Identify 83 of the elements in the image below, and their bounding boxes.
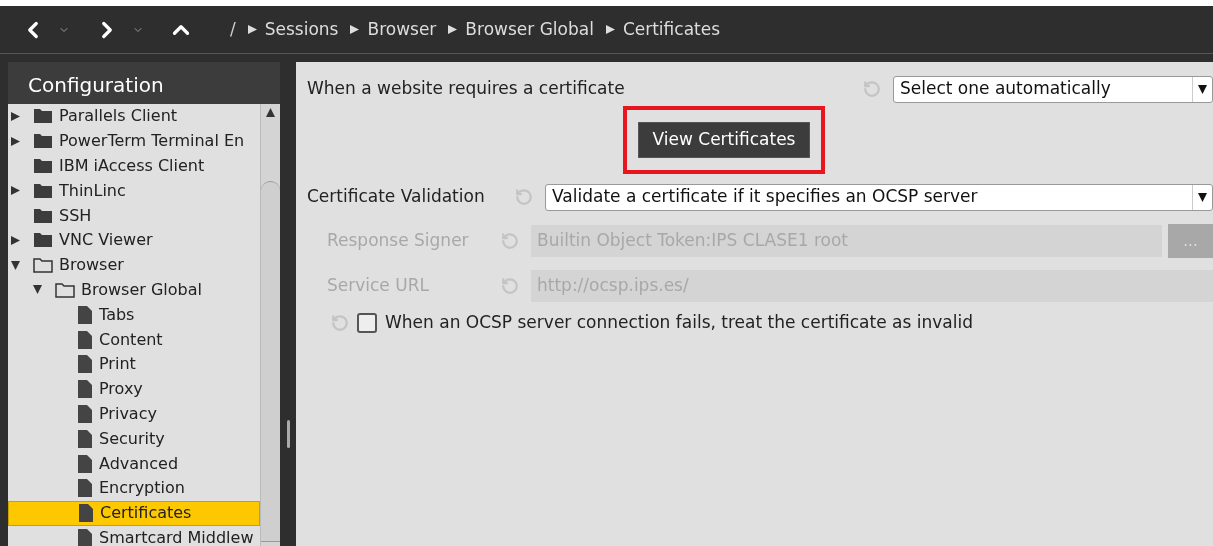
- collapsed-arrow-icon[interactable]: [11, 136, 20, 146]
- checkbox[interactable]: [357, 313, 377, 333]
- folder-icon: [33, 133, 53, 150]
- sidebar-title: Configuration: [8, 62, 280, 104]
- collapsed-arrow-icon[interactable]: [11, 235, 20, 245]
- page-icon: [77, 527, 93, 546]
- breadcrumb-arrow-icon: [605, 25, 615, 34]
- dropdown-arrow-icon: [1198, 192, 1207, 202]
- folder-icon: [33, 207, 53, 224]
- tree-item-label: ThinLinc: [59, 179, 126, 202]
- tree-item[interactable]: Content: [8, 327, 260, 352]
- tree-item-label: Certificates: [100, 502, 192, 525]
- tree-item-label: Content: [99, 328, 163, 351]
- tree-item[interactable]: Browser Global: [8, 277, 260, 303]
- page-icon: [77, 403, 93, 424]
- tree-item[interactable]: VNC Viewer: [8, 228, 260, 253]
- tree-item[interactable]: ThinLinc: [8, 178, 260, 204]
- checkbox-label: When an OCSP server connection fails, treat the certificate as invalid: [385, 311, 973, 335]
- breadcrumb[interactable]: Browser Global: [448, 16, 594, 43]
- setting-label: Service URL: [327, 274, 430, 298]
- dropdown[interactable]: Select one automatically: [893, 75, 1213, 103]
- tree-item-label: PowerTerm Terminal En: [59, 130, 245, 153]
- setting-label: When a website requires a certificate: [307, 77, 626, 101]
- tree-item[interactable]: IBM iAccess Client: [8, 153, 260, 179]
- folder-icon: [33, 182, 53, 199]
- tree-item-label: Advanced: [99, 452, 179, 475]
- expanded-arrow-icon[interactable]: [33, 285, 42, 295]
- folder-icon: [33, 257, 53, 274]
- folder-icon: [33, 158, 53, 174]
- breadcrumb-arrow-icon: [448, 25, 458, 34]
- tree-item-label: Privacy: [99, 402, 157, 425]
- expanded-arrow-icon[interactable]: [11, 260, 20, 270]
- tree-item[interactable]: Privacy: [8, 401, 260, 427]
- tree-item[interactable]: Advanced: [8, 451, 260, 476]
- tree-item-label: Tabs: [99, 303, 135, 326]
- breadcrumb-arrow-icon: [350, 25, 360, 34]
- tree-item[interactable]: Print: [8, 351, 260, 377]
- tree-item-label: SSH: [59, 204, 92, 227]
- breadcrumb[interactable]: Sessions: [247, 16, 339, 43]
- folder-icon: [33, 232, 53, 249]
- page-icon: [77, 453, 93, 474]
- collapsed-arrow-icon[interactable]: [11, 111, 20, 121]
- page-icon: [77, 304, 93, 325]
- page-icon: [77, 428, 93, 449]
- tree-item-label: Parallels Client: [59, 105, 178, 128]
- page-icon: [77, 329, 93, 350]
- breadcrumb-root[interactable]: /: [230, 16, 236, 43]
- scrollbar[interactable]: [260, 104, 280, 546]
- tree-item-label: VNC Viewer: [59, 229, 153, 252]
- tree-item[interactable]: Proxy: [8, 376, 260, 402]
- tree-item[interactable]: Browser: [8, 252, 260, 278]
- tree-item[interactable]: Encryption: [8, 475, 260, 501]
- dropdown-arrow-icon: [1198, 84, 1207, 94]
- tree-item-label: Proxy: [99, 378, 143, 401]
- tree-item[interactable]: Certificates: [8, 500, 260, 526]
- breadcrumb-arrow-icon: [247, 25, 257, 34]
- view-certificates-button[interactable]: View Certificates: [637, 122, 811, 158]
- folder-icon: [33, 108, 53, 125]
- page-icon: [77, 379, 93, 400]
- scroll-up-icon[interactable]: [266, 108, 275, 117]
- tree-item-label: Smartcard Middlew: [99, 526, 254, 546]
- page-icon: [77, 354, 93, 375]
- page-icon: [78, 503, 94, 524]
- setting-label: Certificate Validation: [307, 185, 486, 209]
- tree-item-label: Encryption: [99, 477, 185, 500]
- tree-item[interactable]: Security: [8, 426, 260, 452]
- dropdown[interactable]: Validate a certificate if it specifies an OCSP server: [545, 183, 1213, 211]
- tree-item-label: Browser Global: [81, 278, 202, 301]
- tree-item-label: Browser: [59, 254, 124, 277]
- tree-item-label: Print: [99, 353, 136, 376]
- tree-item[interactable]: SSH: [8, 203, 260, 228]
- breadcrumb[interactable]: Browser: [350, 16, 437, 43]
- tree-item-label: Security: [99, 427, 165, 450]
- page-icon: [77, 478, 93, 499]
- folder-icon: [55, 281, 75, 298]
- tree-item[interactable]: Parallels Client: [8, 104, 260, 129]
- setting-label: Response Signer: [327, 229, 470, 253]
- tree-item[interactable]: Tabs: [8, 302, 260, 328]
- breadcrumb[interactable]: Certificates: [605, 16, 721, 43]
- tree-item[interactable]: PowerTerm Terminal En: [8, 128, 260, 154]
- tree-item-label: IBM iAccess Client: [59, 155, 205, 177]
- collapsed-arrow-icon[interactable]: [11, 186, 20, 196]
- tree-item[interactable]: Smartcard Middlew: [8, 525, 260, 546]
